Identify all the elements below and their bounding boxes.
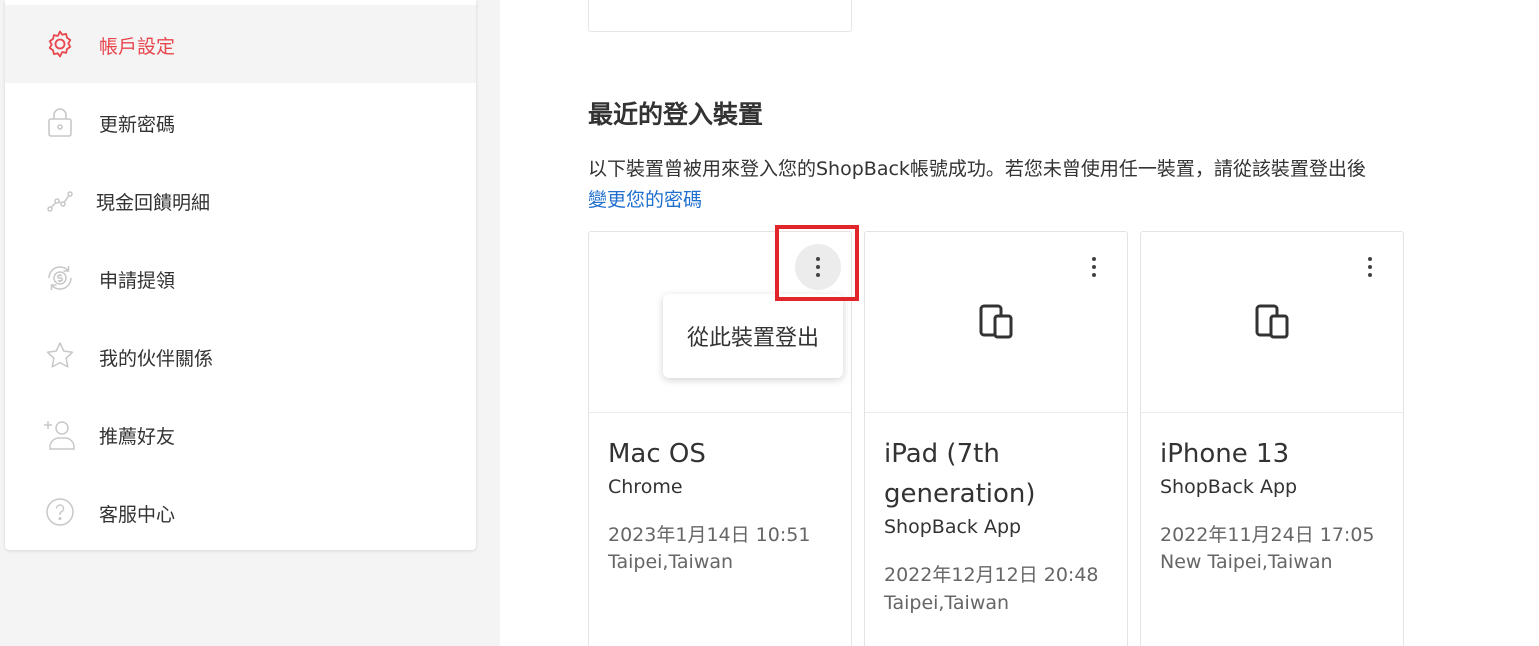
star-icon — [43, 339, 77, 373]
kebab-icon — [1368, 255, 1372, 279]
sidebar-item-label: 現金回饋明細 — [96, 192, 211, 214]
sidebar-item-label: 更新密碼 — [99, 114, 176, 136]
device-card: iPhone 13 ShopBack App 2022年11月24日 17:05… — [1140, 231, 1404, 646]
sidebar-item-label: 申請提領 — [99, 270, 176, 292]
kebab-icon — [1092, 255, 1096, 279]
sidebar-item-withdraw[interactable]: 申請提領 — [5, 239, 476, 317]
sidebar: 帳戶設定 更新密碼 現金回饋明細 申請提領 我的伙伴關係 推薦好友 客服中心 — [5, 0, 476, 550]
login-timestamp: 2022年12月12日 20:48 — [884, 564, 1099, 586]
device-name: iPad (7th generation) — [884, 439, 1036, 509]
gear-icon — [43, 27, 77, 61]
sidebar-item-update-password[interactable]: 更新密碼 — [5, 83, 476, 161]
sidebar-item-account-settings[interactable]: 帳戶設定 — [5, 5, 476, 83]
login-location: New Taipei,Taiwan — [1160, 551, 1333, 573]
login-timestamp: 2022年11月24日 17:05 — [1160, 524, 1375, 546]
more-options-button[interactable] — [795, 244, 841, 290]
device-icon — [977, 302, 1017, 342]
kebab-icon — [816, 255, 820, 279]
sidebar-item-label: 推薦好友 — [99, 426, 176, 448]
sidebar-item-cashback-details[interactable]: 現金回饋明細 — [5, 161, 476, 239]
device-icon — [1253, 302, 1293, 342]
trend-icon — [43, 183, 77, 217]
section-description: 以下裝置曾被用來登入您的ShopBack帳號成功。若您未曾使用任一裝置，請從該裝… — [588, 158, 1366, 180]
device-name: iPhone 13 — [1160, 439, 1290, 469]
sidebar-item-refer-friends[interactable]: 推薦好友 — [5, 395, 476, 473]
device-name: Mac OS — [608, 439, 706, 469]
lock-icon — [43, 105, 77, 139]
sidebar-item-label: 我的伙伴關係 — [99, 348, 214, 370]
login-location: Taipei,Taiwan — [884, 592, 1010, 614]
more-options-button[interactable] — [1071, 244, 1117, 290]
dollar-refresh-icon — [43, 261, 77, 295]
logout-device-option[interactable]: 從此裝置登出 — [687, 320, 819, 352]
login-location: Taipei,Taiwan — [608, 551, 734, 573]
login-timestamp: 2023年1月14日 10:51 — [608, 524, 811, 546]
device-client: Chrome — [608, 476, 683, 498]
logout-device-menu[interactable]: 從此裝置登出 — [663, 294, 843, 378]
section-title: 最近的登入裝置 — [588, 100, 764, 129]
sidebar-item-label: 帳戶設定 — [99, 36, 176, 58]
device-client: ShopBack App — [1160, 476, 1298, 498]
sidebar-item-label: 客服中心 — [99, 504, 176, 526]
device-card: iPad (7th generation) ShopBack App 2022年… — [864, 231, 1128, 646]
sidebar-item-help-center[interactable]: 客服中心 — [5, 473, 476, 550]
previous-card — [588, 0, 852, 32]
sidebar-item-partnership[interactable]: 我的伙伴關係 — [5, 317, 476, 395]
add-person-icon — [43, 417, 77, 451]
change-password-link[interactable]: 變更您的密碼 — [588, 185, 702, 212]
device-client: ShopBack App — [884, 516, 1022, 538]
more-options-button[interactable] — [1347, 244, 1393, 290]
question-icon — [43, 495, 77, 529]
